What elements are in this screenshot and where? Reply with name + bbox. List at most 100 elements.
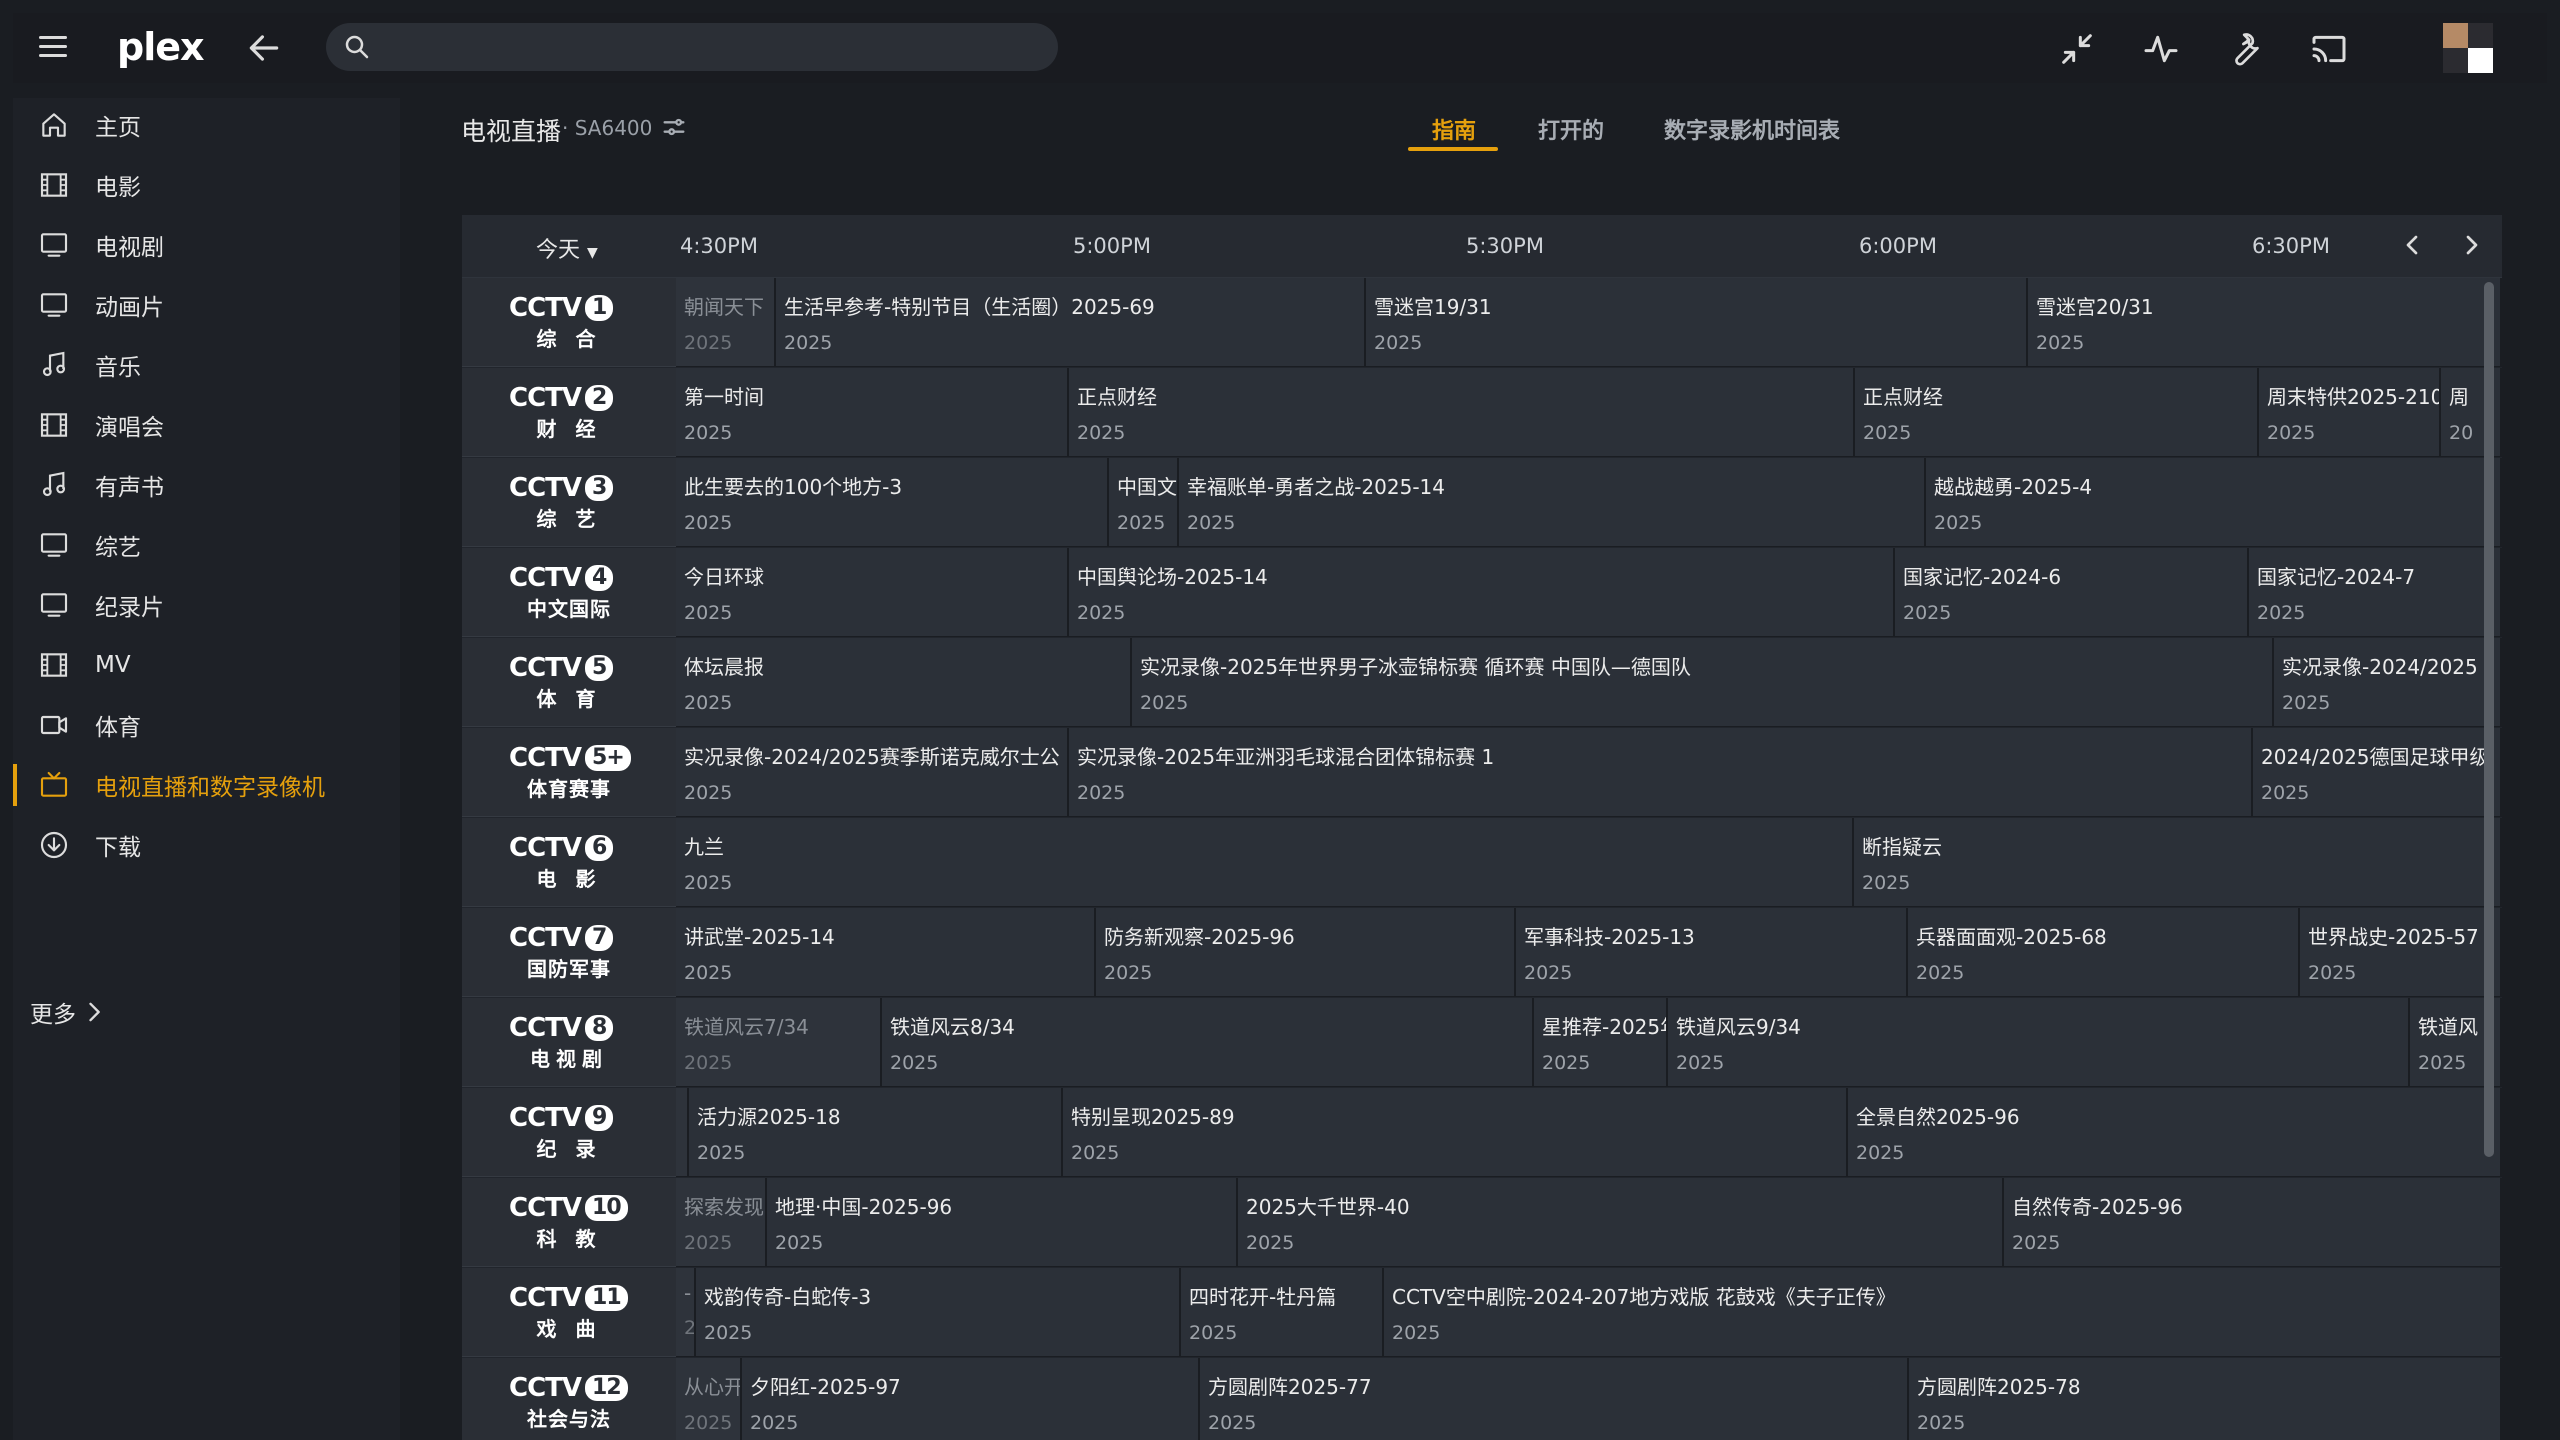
program-cell[interactable]: 体坛晨报 2025 [676,638,1132,727]
sidebar-item[interactable]: 体育 [13,698,400,752]
search-bar[interactable] [326,23,1058,71]
sidebar-item[interactable]: 动画片 [13,278,400,332]
tab-dvr-schedule[interactable]: 数字录影机时间表 [1664,113,1840,145]
channel-logo[interactable]: CCTV 5 体 育 [462,638,676,727]
program-cell[interactable]: 方圆剧阵2025-77 2025 [1200,1358,1909,1440]
menu-icon[interactable] [39,36,67,58]
program-cell[interactable]: 自然传奇-2025-96 2025 [2004,1178,2502,1267]
cctv-wordmark: CCTV 5+ [509,743,631,773]
channel-logo[interactable]: CCTV 7 国防军事 [462,908,676,997]
program-cell[interactable]: 防务新观察-2025-96 2025 [1096,908,1516,997]
program-cell[interactable]: 星推荐-2025年 2025 [1534,998,1668,1087]
back-arrow-icon[interactable] [245,29,283,67]
program-cell[interactable]: 正点财经 2025 [1069,368,1855,457]
search-input[interactable] [372,34,1058,60]
tab-open[interactable]: 打开的 [1538,113,1604,145]
channel-logo[interactable]: CCTV 8 电视剧 [462,998,676,1087]
program-cell[interactable]: CCTV空中剧院-2024-207地方戏版 花鼓戏《夫子正传》 2025 [1384,1268,2502,1357]
chevron-left-icon[interactable] [2396,229,2428,261]
program-cell[interactable]: 九兰 2025 [676,818,1854,907]
program-cell[interactable]: 铁道风云8/34 2025 [882,998,1534,1087]
program-cell[interactable]: 国家记忆-2024-7 2025 [2249,548,2502,637]
program-cell[interactable]: 特别呈现2025-89 2025 [1063,1088,1848,1177]
program-cell[interactable]: 正点财经 2025 [1855,368,2259,457]
guide-scrollbar[interactable] [2484,282,2494,1157]
avatar[interactable] [2443,23,2493,73]
wrench-icon[interactable] [2225,29,2265,69]
guide-header: 今天 ▼ 4:30PM 5:00PM 5:30PM 6:00PM 6:30PM [462,215,2502,278]
chevron-right-icon[interactable] [2456,229,2488,261]
settings-sliders-icon[interactable] [660,113,688,141]
program-cell[interactable]: 2025大千世界-40 2025 [1238,1178,2004,1267]
program-cell[interactable]: -2 [676,1268,696,1357]
cctv-wordmark: CCTV 9 [509,1103,629,1133]
sidebar-item[interactable]: MV [13,638,400,692]
program-cell[interactable]: 国家记忆-2024-6 2025 [1895,548,2249,637]
sidebar-item[interactable]: 电影 [13,158,400,212]
program-cell[interactable]: 四时花开-牡丹篇 2025 [1181,1268,1384,1357]
sidebar-item[interactable]: 纪录片 [13,578,400,632]
program-cell[interactable]: 军事科技-2025-13 2025 [1516,908,1908,997]
program-cell[interactable] [676,1088,689,1177]
program-title: 国家记忆-2024-7 [2257,565,2416,589]
program-cell[interactable]: 地理·中国-2025-96 2025 [767,1178,1238,1267]
program-cell[interactable]: 探索发现 2025 [676,1178,767,1267]
minimize-icon[interactable] [2057,29,2097,69]
channel-logo[interactable]: CCTV 6 电 影 [462,818,676,907]
tab-guide[interactable]: 指南 [1432,113,1476,145]
program-cell[interactable]: 夕阳红-2025-97 2025 [742,1358,1200,1440]
program-cell[interactable]: 实况录像-2025年亚洲羽毛球混合团体锦标赛 1 2025 [1069,728,2253,817]
sidebar-item[interactable]: 主页 [13,98,400,152]
program-cell[interactable]: 雪迷宫19/31 2025 [1366,278,2028,367]
program-cell[interactable]: 中国文 2025 [1109,458,1179,547]
more-button[interactable]: 更多 [30,995,108,1029]
program-cell[interactable]: 铁道风云9/34 2025 [1668,998,2410,1087]
program-cell[interactable]: 今日环球 2025 [676,548,1069,637]
program-cell[interactable]: 方圆剧阵2025-78 2025 [1909,1358,2502,1440]
program-cell[interactable]: 朝闻天下 2025 [676,278,776,367]
plex-logo[interactable]: plex [117,25,205,69]
program-cell[interactable]: 讲武堂-2025-14 2025 [676,908,1096,997]
sidebar-item[interactable]: 电视剧 [13,218,400,272]
cast-icon[interactable] [2309,29,2349,69]
program-cell[interactable]: 世界战史-2025-57 2025 [2300,908,2502,997]
sidebar-item[interactable]: 演唱会 [13,398,400,452]
program-cell[interactable]: 断指疑云 2025 [1854,818,2502,907]
channel-logo[interactable]: CCTV 11 戏 曲 [462,1268,676,1357]
program-cell[interactable]: 第一时间 2025 [676,368,1069,457]
program-cell[interactable]: 中国舆论场-2025-14 2025 [1069,548,1895,637]
channel-logo[interactable]: CCTV 9 纪 录 [462,1088,676,1177]
program-cell[interactable]: 实况录像-2024/2025 2025 [2274,638,2502,727]
program-cell[interactable]: 实况录像-2024/2025赛季斯诺克威尔士公 2025 [676,728,1069,817]
activity-icon[interactable] [2141,29,2181,69]
program-cell[interactable]: 越战越勇-2025-4 2025 [1926,458,2502,547]
sidebar-item[interactable]: 电视直播和数字录像机 [13,758,400,812]
program-cell[interactable]: 雪迷宫20/31 2025 [2028,278,2502,367]
channel-logo[interactable]: CCTV 2 财 经 [462,368,676,457]
program-cell[interactable]: 从心开 2025 [676,1358,742,1440]
program-cell[interactable]: 此生要去的100个地方-3 2025 [676,458,1109,547]
program-cell[interactable]: 戏韵传奇-白蛇传-3 2025 [696,1268,1181,1357]
program-year: 2025 [684,332,733,354]
channel-logo[interactable]: CCTV 12 社会与法 [462,1358,676,1440]
sidebar-item[interactable]: 有声书 [13,458,400,512]
program-cell[interactable]: 活力源2025-18 2025 [689,1088,1063,1177]
channel-logo[interactable]: CCTV 4 中文国际 [462,548,676,637]
program-cell[interactable]: 幸福账单-勇者之战-2025-14 2025 [1179,458,1926,547]
sidebar-item[interactable]: 综艺 [13,518,400,572]
sidebar-item[interactable]: 下载 [13,818,400,872]
program-cell[interactable]: 实况录像-2025年世界男子冰壶锦标赛 循环赛 中国队—德国队 2025 [1132,638,2274,727]
program-cell[interactable]: 兵器面面观-2025-68 2025 [1908,908,2300,997]
sidebar-item[interactable]: 音乐 [13,338,400,392]
channel-logo[interactable]: CCTV 10 科 教 [462,1178,676,1267]
program-cell[interactable]: 2024/2025德国足球甲级 2025 [2253,728,2502,817]
program-cell[interactable]: 全景自然2025-96 2025 [1848,1088,2502,1177]
program-cell[interactable]: 铁道风云7/34 2025 [676,998,882,1087]
channel-logo[interactable]: CCTV 1 综 合 [462,278,676,367]
channel-logo[interactable]: CCTV 5+ 体育赛事 [462,728,676,817]
channel-row: CCTV 5+ 体育赛事 实况录像-2024/2025赛季斯诺克威尔士公 2025 实况录… [462,728,2502,818]
day-selector[interactable]: 今天 ▼ [536,232,598,264]
channel-logo[interactable]: CCTV 3 综 艺 [462,458,676,547]
program-cell[interactable]: 生活早参考-特别节目（生活圈）2025-69 2025 [776,278,1366,367]
program-cell[interactable]: 周末特供2025-210 2025 [2259,368,2441,457]
